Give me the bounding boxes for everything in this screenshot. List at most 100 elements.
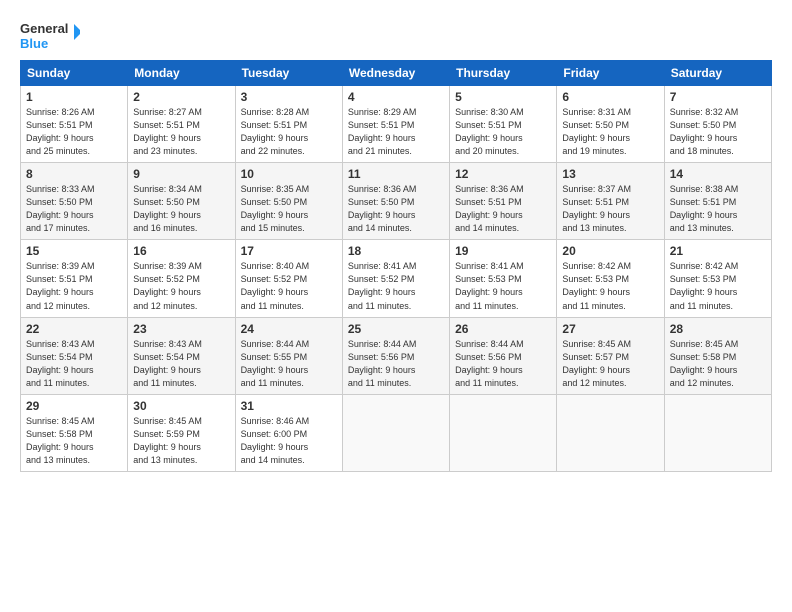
day-number: 17 xyxy=(241,244,337,258)
day-number: 11 xyxy=(348,167,444,181)
calendar-cell: 24Sunrise: 8:44 AM Sunset: 5:55 PM Dayli… xyxy=(235,317,342,394)
day-number: 15 xyxy=(26,244,122,258)
day-number: 12 xyxy=(455,167,551,181)
calendar-cell: 6 Sunrise: 8:31 AM Sunset: 5:50 PM Daylig… xyxy=(557,86,664,163)
logo-svg: General Blue xyxy=(20,18,80,54)
calendar-cell: 19Sunrise: 8:41 AM Sunset: 5:53 PM Dayli… xyxy=(450,240,557,317)
calendar-cell: 22Sunrise: 8:43 AM Sunset: 5:54 PM Dayli… xyxy=(21,317,128,394)
day-number: 21 xyxy=(670,244,766,258)
header: General Blue xyxy=(20,18,772,54)
day-number: 1 xyxy=(26,90,122,104)
day-info: Sunrise: 8:29 AM Sunset: 5:51 PM Dayligh… xyxy=(348,106,444,158)
calendar-cell: 5 Sunrise: 8:30 AM Sunset: 5:51 PM Daylig… xyxy=(450,86,557,163)
day-number: 3 xyxy=(241,90,337,104)
day-number: 5 xyxy=(455,90,551,104)
day-info: Sunrise: 8:45 AM Sunset: 5:59 PM Dayligh… xyxy=(133,415,229,467)
calendar-cell: 27Sunrise: 8:45 AM Sunset: 5:57 PM Dayli… xyxy=(557,317,664,394)
svg-text:General: General xyxy=(20,21,68,36)
logo: General Blue xyxy=(20,18,80,54)
day-number: 16 xyxy=(133,244,229,258)
day-info: Sunrise: 8:44 AM Sunset: 5:56 PM Dayligh… xyxy=(455,338,551,390)
day-info: Sunrise: 8:39 AM Sunset: 5:52 PM Dayligh… xyxy=(133,260,229,312)
day-number: 14 xyxy=(670,167,766,181)
day-info: Sunrise: 8:45 AM Sunset: 5:58 PM Dayligh… xyxy=(26,415,122,467)
calendar-cell xyxy=(450,394,557,471)
day-number: 9 xyxy=(133,167,229,181)
day-info: Sunrise: 8:36 AM Sunset: 5:51 PM Dayligh… xyxy=(455,183,551,235)
weekday-header-sunday: Sunday xyxy=(21,61,128,86)
calendar-cell: 16 Sunrise: 8:39 AM Sunset: 5:52 PM Dayli… xyxy=(128,240,235,317)
calendar-cell: 23Sunrise: 8:43 AM Sunset: 5:54 PM Dayli… xyxy=(128,317,235,394)
calendar-cell: 25Sunrise: 8:44 AM Sunset: 5:56 PM Dayli… xyxy=(342,317,449,394)
day-number: 28 xyxy=(670,322,766,336)
calendar-cell: 30 Sunrise: 8:45 AM Sunset: 5:59 PM Dayli… xyxy=(128,394,235,471)
calendar-cell: 26 Sunrise: 8:44 AM Sunset: 5:56 PM Dayli… xyxy=(450,317,557,394)
weekday-header-friday: Friday xyxy=(557,61,664,86)
calendar-cell: 17 Sunrise: 8:40 AM Sunset: 5:52 PM Dayli… xyxy=(235,240,342,317)
day-number: 18 xyxy=(348,244,444,258)
calendar-cell xyxy=(664,394,771,471)
weekday-header-row: SundayMondayTuesdayWednesdayThursdayFrid… xyxy=(21,61,772,86)
day-number: 4 xyxy=(348,90,444,104)
day-info: Sunrise: 8:31 AM Sunset: 5:50 PM Dayligh… xyxy=(562,106,658,158)
calendar-cell: 8 Sunrise: 8:33 AM Sunset: 5:50 PM Daylig… xyxy=(21,163,128,240)
day-info: Sunrise: 8:26 AM Sunset: 5:51 PM Dayligh… xyxy=(26,106,122,158)
day-number: 20 xyxy=(562,244,658,258)
day-number: 10 xyxy=(241,167,337,181)
calendar-cell: 28 Sunrise: 8:45 AM Sunset: 5:58 PM Dayli… xyxy=(664,317,771,394)
day-info: Sunrise: 8:28 AM Sunset: 5:51 PM Dayligh… xyxy=(241,106,337,158)
weekday-header-wednesday: Wednesday xyxy=(342,61,449,86)
calendar-cell: 15Sunrise: 8:39 AM Sunset: 5:51 PM Dayli… xyxy=(21,240,128,317)
day-info: Sunrise: 8:41 AM Sunset: 5:53 PM Dayligh… xyxy=(455,260,551,312)
day-number: 30 xyxy=(133,399,229,413)
day-number: 7 xyxy=(670,90,766,104)
day-number: 13 xyxy=(562,167,658,181)
day-info: Sunrise: 8:45 AM Sunset: 5:58 PM Dayligh… xyxy=(670,338,766,390)
day-info: Sunrise: 8:33 AM Sunset: 5:50 PM Dayligh… xyxy=(26,183,122,235)
calendar-cell xyxy=(342,394,449,471)
calendar-cell: 7 Sunrise: 8:32 AM Sunset: 5:50 PM Daylig… xyxy=(664,86,771,163)
calendar-week-5: 29 Sunrise: 8:45 AM Sunset: 5:58 PM Dayli… xyxy=(21,394,772,471)
day-info: Sunrise: 8:37 AM Sunset: 5:51 PM Dayligh… xyxy=(562,183,658,235)
day-number: 27 xyxy=(562,322,658,336)
svg-text:Blue: Blue xyxy=(20,36,48,51)
day-info: Sunrise: 8:46 AM Sunset: 6:00 PM Dayligh… xyxy=(241,415,337,467)
calendar-cell: 11 Sunrise: 8:36 AM Sunset: 5:50 PM Dayli… xyxy=(342,163,449,240)
calendar-cell: 9Sunrise: 8:34 AM Sunset: 5:50 PM Daylig… xyxy=(128,163,235,240)
page-container: General Blue SundayMondayTuesdayWednesda… xyxy=(0,0,792,482)
calendar-cell: 21 Sunrise: 8:42 AM Sunset: 5:53 PM Dayli… xyxy=(664,240,771,317)
calendar-table: SundayMondayTuesdayWednesdayThursdayFrid… xyxy=(20,60,772,472)
day-number: 8 xyxy=(26,167,122,181)
day-number: 24 xyxy=(241,322,337,336)
day-number: 29 xyxy=(26,399,122,413)
calendar-cell: 20 Sunrise: 8:42 AM Sunset: 5:53 PM Dayli… xyxy=(557,240,664,317)
day-info: Sunrise: 8:30 AM Sunset: 5:51 PM Dayligh… xyxy=(455,106,551,158)
calendar-week-2: 8 Sunrise: 8:33 AM Sunset: 5:50 PM Daylig… xyxy=(21,163,772,240)
calendar-week-4: 22Sunrise: 8:43 AM Sunset: 5:54 PM Dayli… xyxy=(21,317,772,394)
calendar-cell xyxy=(557,394,664,471)
calendar-cell: 1 Sunrise: 8:26 AM Sunset: 5:51 PM Daylig… xyxy=(21,86,128,163)
calendar-week-3: 15Sunrise: 8:39 AM Sunset: 5:51 PM Dayli… xyxy=(21,240,772,317)
day-info: Sunrise: 8:36 AM Sunset: 5:50 PM Dayligh… xyxy=(348,183,444,235)
calendar-cell: 12 Sunrise: 8:36 AM Sunset: 5:51 PM Dayli… xyxy=(450,163,557,240)
calendar-cell: 31 Sunrise: 8:46 AM Sunset: 6:00 PM Dayli… xyxy=(235,394,342,471)
day-info: Sunrise: 8:32 AM Sunset: 5:50 PM Dayligh… xyxy=(670,106,766,158)
day-info: Sunrise: 8:27 AM Sunset: 5:51 PM Dayligh… xyxy=(133,106,229,158)
day-info: Sunrise: 8:40 AM Sunset: 5:52 PM Dayligh… xyxy=(241,260,337,312)
day-number: 31 xyxy=(241,399,337,413)
day-number: 6 xyxy=(562,90,658,104)
day-info: Sunrise: 8:38 AM Sunset: 5:51 PM Dayligh… xyxy=(670,183,766,235)
calendar-week-1: 1 Sunrise: 8:26 AM Sunset: 5:51 PM Daylig… xyxy=(21,86,772,163)
day-number: 25 xyxy=(348,322,444,336)
day-number: 26 xyxy=(455,322,551,336)
weekday-header-tuesday: Tuesday xyxy=(235,61,342,86)
day-info: Sunrise: 8:42 AM Sunset: 5:53 PM Dayligh… xyxy=(670,260,766,312)
day-info: Sunrise: 8:43 AM Sunset: 5:54 PM Dayligh… xyxy=(26,338,122,390)
calendar-cell: 10Sunrise: 8:35 AM Sunset: 5:50 PM Dayli… xyxy=(235,163,342,240)
calendar-cell: 29 Sunrise: 8:45 AM Sunset: 5:58 PM Dayli… xyxy=(21,394,128,471)
calendar-cell: 3 Sunrise: 8:28 AM Sunset: 5:51 PM Daylig… xyxy=(235,86,342,163)
calendar-cell: 18 Sunrise: 8:41 AM Sunset: 5:52 PM Dayli… xyxy=(342,240,449,317)
day-info: Sunrise: 8:43 AM Sunset: 5:54 PM Dayligh… xyxy=(133,338,229,390)
day-info: Sunrise: 8:42 AM Sunset: 5:53 PM Dayligh… xyxy=(562,260,658,312)
day-info: Sunrise: 8:41 AM Sunset: 5:52 PM Dayligh… xyxy=(348,260,444,312)
